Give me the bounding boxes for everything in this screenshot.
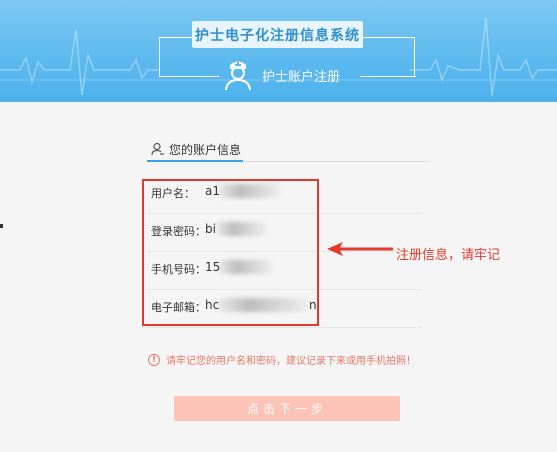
- system-title: 护士电子化注册信息系统: [192, 21, 363, 48]
- annotation-text: 注册信息，请牢记: [396, 248, 501, 263]
- exclamation-circle-icon: !: [148, 353, 160, 366]
- warning-notice: ! 请牢记您的用户名和密码，建议记录下来或用手机拍照！: [148, 352, 416, 367]
- frame-bottom-left: [159, 76, 219, 77]
- tab-account-info-label: 您的账户信息: [169, 142, 242, 157]
- frame-bottom-right: [360, 76, 416, 77]
- highlight-box: [142, 179, 319, 326]
- account-info-header: 您的账户信息: [147, 138, 429, 162]
- frame-corner-left: [159, 37, 192, 77]
- warning-text: 请牢记您的用户名和密码，建议记录下来或用手机拍照！: [166, 356, 416, 367]
- user-icon: [151, 142, 164, 156]
- ecg-line-decoration: [0, 17, 557, 97]
- edge-mark: [0, 224, 3, 228]
- arrow-left-icon: [327, 242, 393, 256]
- header-banner: 护士电子化注册信息系统 护士账户注册: [0, 0, 557, 102]
- frame-corner-right: [363, 37, 415, 77]
- tab-account-info[interactable]: 您的账户信息: [147, 138, 243, 162]
- next-step-button[interactable]: 点击下一步: [174, 396, 400, 421]
- page-subtitle: 护士账户注册: [262, 70, 341, 85]
- nurse-icon: [225, 61, 251, 91]
